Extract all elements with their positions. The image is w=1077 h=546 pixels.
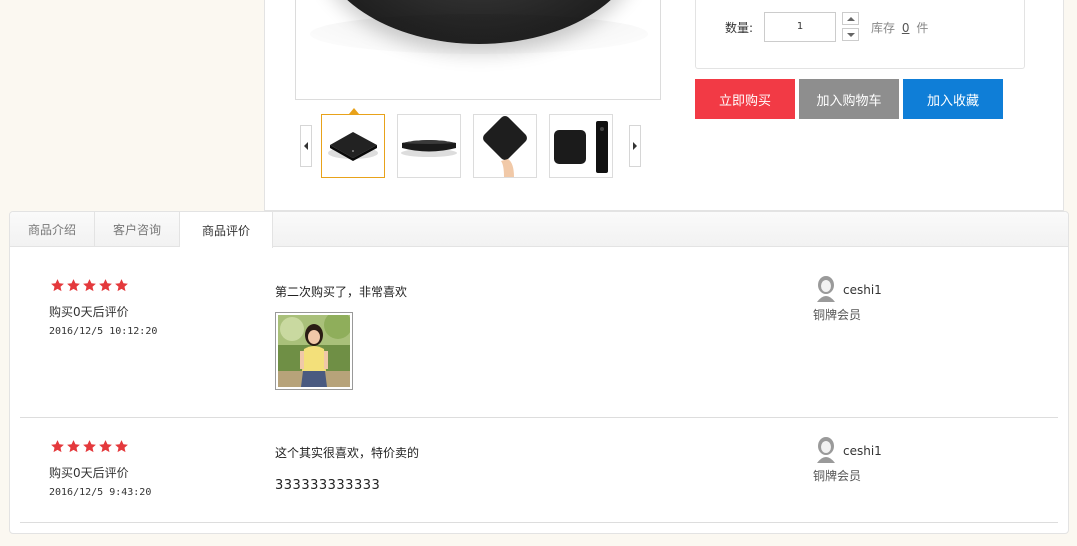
- tab-product-intro[interactable]: 商品介绍: [10, 212, 95, 247]
- rating-stars: [50, 439, 129, 454]
- review-date: 2016/12/5 9:43:20: [49, 487, 152, 498]
- star-icon: [67, 279, 80, 292]
- tab-customer-questions[interactable]: 客户咨询: [95, 212, 180, 247]
- product-side-image: [401, 140, 457, 157]
- product-with-remote-image: [554, 121, 608, 173]
- product-front-image: [328, 132, 378, 161]
- product-photo: [310, 0, 648, 54]
- buy-now-button[interactable]: 立即购买: [695, 79, 795, 119]
- review-extra-text: 333333333333: [275, 478, 381, 493]
- quantity-decrease-button[interactable]: [842, 28, 859, 41]
- quantity-label: 数量:: [725, 21, 754, 35]
- review-photo-image: [278, 315, 350, 387]
- thumbnail-1[interactable]: [321, 114, 385, 178]
- user-avatar-icon: [817, 437, 835, 463]
- arrow-right-icon: [633, 142, 637, 150]
- arrow-left-icon: [304, 142, 308, 150]
- star-icon: [51, 279, 64, 292]
- review-item: 购买0天后评价 2016/12/5 9:43:20 这个其实很喜欢，特价卖的 3…: [20, 418, 1058, 523]
- quantity-input[interactable]: 1: [764, 12, 836, 42]
- rating-stars: [50, 278, 129, 293]
- review-item: 购买0天后评价 2016/12/5 10:12:20 第二次购买了，非常喜欢 c…: [20, 248, 1058, 418]
- stock-info: 库存 0 件: [871, 19, 928, 36]
- thumbnail-prev-button[interactable]: [300, 125, 312, 167]
- user-avatar-icon: [817, 276, 835, 302]
- star-icon: [67, 440, 80, 453]
- review-user-name: ceshi1: [843, 444, 882, 458]
- review-user-level: 铜牌会员: [813, 308, 862, 322]
- review-days-text: 购买0天后评价: [49, 466, 129, 480]
- star-icon: [51, 440, 64, 453]
- add-to-cart-button[interactable]: 加入购物车: [799, 79, 899, 119]
- main-product-image: [295, 0, 661, 100]
- star-icon: [99, 440, 112, 453]
- review-days-text: 购买0天后评价: [49, 305, 129, 319]
- thumbnail-next-button[interactable]: [629, 125, 641, 167]
- product-in-hand-image: [483, 116, 527, 177]
- thumbnail-2[interactable]: [397, 114, 461, 178]
- star-icon: [115, 279, 128, 292]
- review-content: 这个其实很喜欢，特价卖的: [275, 446, 420, 460]
- tab-product-reviews[interactable]: 商品评价: [180, 212, 273, 248]
- stock-unit: 件: [916, 21, 929, 35]
- review-content: 第二次购买了，非常喜欢: [275, 285, 408, 299]
- add-to-favorites-button[interactable]: 加入收藏: [903, 79, 1003, 119]
- star-icon: [99, 279, 112, 292]
- thumbnail-4[interactable]: [549, 114, 613, 178]
- star-icon: [115, 440, 128, 453]
- tab-bar: 商品介绍 客户咨询 商品评价: [10, 212, 1068, 248]
- review-user-level: 铜牌会员: [813, 469, 862, 483]
- quantity-increase-button[interactable]: [842, 12, 859, 25]
- product-detail-panel: 商品介绍 客户咨询 商品评价 购买0天后评价 2016/12/5 10:12:2…: [9, 211, 1069, 534]
- caret-down-icon: [846, 32, 855, 37]
- star-icon: [83, 279, 96, 292]
- stock-label: 库存: [871, 21, 896, 35]
- star-icon: [83, 440, 96, 453]
- caret-up-icon: [846, 16, 855, 21]
- stock-count: 0: [901, 21, 910, 35]
- review-date: 2016/12/5 10:12:20: [49, 326, 158, 337]
- review-photo[interactable]: [275, 312, 353, 390]
- thumbnail-3[interactable]: [473, 114, 537, 178]
- review-user-name: ceshi1: [843, 283, 882, 297]
